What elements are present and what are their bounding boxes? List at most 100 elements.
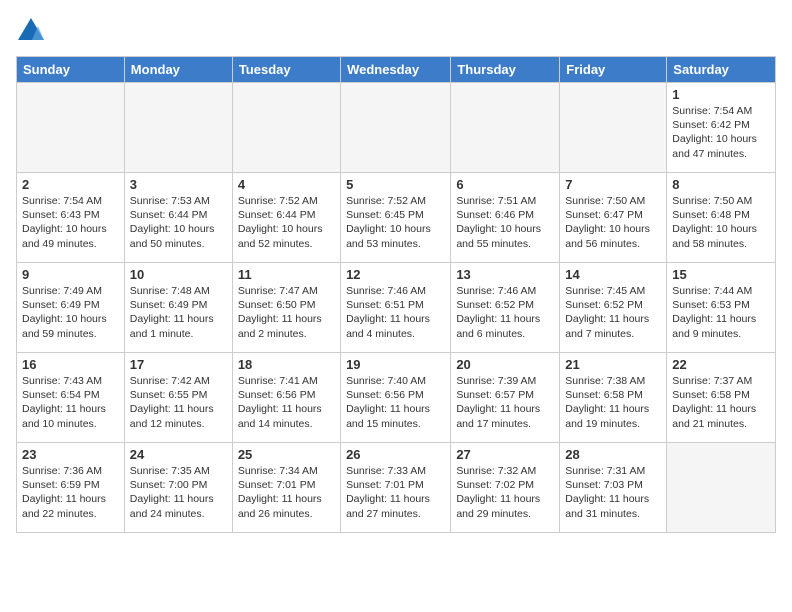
calendar-table: SundayMondayTuesdayWednesdayThursdayFrid… — [16, 56, 776, 533]
calendar-cell: 1Sunrise: 7:54 AM Sunset: 6:42 PM Daylig… — [667, 83, 776, 173]
day-number: 9 — [22, 267, 119, 282]
day-info: Sunrise: 7:47 AM Sunset: 6:50 PM Dayligh… — [238, 284, 335, 341]
day-info: Sunrise: 7:54 AM Sunset: 6:43 PM Dayligh… — [22, 194, 119, 251]
calendar-cell — [560, 83, 667, 173]
day-info: Sunrise: 7:44 AM Sunset: 6:53 PM Dayligh… — [672, 284, 770, 341]
calendar-cell: 25 Sunrise: 7:34 AM Sunset: 7:01 PM Dayli… — [232, 443, 340, 533]
day-info: Sunrise: 7:39 AM Sunset: 6:57 PM Dayligh… — [456, 374, 554, 431]
day-number: 25 — [238, 447, 335, 462]
calendar-cell — [232, 83, 340, 173]
day-info: Sunrise: 7:53 AM Sunset: 6:44 PM Dayligh… — [130, 194, 227, 251]
calendar-cell: 8Sunrise: 7:50 AM Sunset: 6:48 PM Daylig… — [667, 173, 776, 263]
day-info: Sunrise: 7:37 AM Sunset: 6:58 PM Dayligh… — [672, 374, 770, 431]
calendar-cell: 18 Sunrise: 7:41 AM Sunset: 6:56 PM Dayli… — [232, 353, 340, 443]
weekday-header-monday: Monday — [124, 57, 232, 83]
calendar-cell: 21 Sunrise: 7:38 AM Sunset: 6:58 PM Dayli… — [560, 353, 667, 443]
week-row-4: 16 Sunrise: 7:43 AM Sunset: 6:54 PM Dayli… — [17, 353, 776, 443]
calendar-cell: 17 Sunrise: 7:42 AM Sunset: 6:55 PM Dayli… — [124, 353, 232, 443]
calendar-cell: 28 Sunrise: 7:31 AM Sunset: 7:03 PM Dayli… — [560, 443, 667, 533]
day-number: 10 — [130, 267, 227, 282]
day-info: Sunrise: 7:52 AM Sunset: 6:44 PM Dayligh… — [238, 194, 335, 251]
day-number: 4 — [238, 177, 335, 192]
calendar-cell: 14 Sunrise: 7:45 AM Sunset: 6:52 PM Dayli… — [560, 263, 667, 353]
day-number: 3 — [130, 177, 227, 192]
day-number: 23 — [22, 447, 119, 462]
calendar-cell: 27 Sunrise: 7:32 AM Sunset: 7:02 PM Dayli… — [451, 443, 560, 533]
calendar-cell: 23 Sunrise: 7:36 AM Sunset: 6:59 PM Dayli… — [17, 443, 125, 533]
day-number: 5 — [346, 177, 445, 192]
day-info: Sunrise: 7:54 AM Sunset: 6:42 PM Dayligh… — [672, 104, 770, 161]
day-number: 14 — [565, 267, 661, 282]
day-info: Sunrise: 7:40 AM Sunset: 6:56 PM Dayligh… — [346, 374, 445, 431]
day-info: Sunrise: 7:42 AM Sunset: 6:55 PM Dayligh… — [130, 374, 227, 431]
calendar-cell: 10 Sunrise: 7:48 AM Sunset: 6:49 PM Dayli… — [124, 263, 232, 353]
day-number: 8 — [672, 177, 770, 192]
calendar-cell — [667, 443, 776, 533]
day-number: 17 — [130, 357, 227, 372]
weekday-header-tuesday: Tuesday — [232, 57, 340, 83]
week-row-3: 9 Sunrise: 7:49 AM Sunset: 6:49 PM Daylig… — [17, 263, 776, 353]
day-number: 20 — [456, 357, 554, 372]
calendar-cell: 9 Sunrise: 7:49 AM Sunset: 6:49 PM Daylig… — [17, 263, 125, 353]
calendar-cell: 5 Sunrise: 7:52 AM Sunset: 6:45 PM Daylig… — [341, 173, 451, 263]
weekday-header-saturday: Saturday — [667, 57, 776, 83]
day-info: Sunrise: 7:43 AM Sunset: 6:54 PM Dayligh… — [22, 374, 119, 431]
day-info: Sunrise: 7:41 AM Sunset: 6:56 PM Dayligh… — [238, 374, 335, 431]
day-info: Sunrise: 7:48 AM Sunset: 6:49 PM Dayligh… — [130, 284, 227, 341]
day-number: 24 — [130, 447, 227, 462]
day-number: 13 — [456, 267, 554, 282]
day-info: Sunrise: 7:46 AM Sunset: 6:52 PM Dayligh… — [456, 284, 554, 341]
day-info: Sunrise: 7:51 AM Sunset: 6:46 PM Dayligh… — [456, 194, 554, 251]
day-info: Sunrise: 7:45 AM Sunset: 6:52 PM Dayligh… — [565, 284, 661, 341]
day-number: 28 — [565, 447, 661, 462]
weekday-header-thursday: Thursday — [451, 57, 560, 83]
logo — [16, 16, 50, 46]
calendar-cell: 15 Sunrise: 7:44 AM Sunset: 6:53 PM Dayli… — [667, 263, 776, 353]
page-header — [16, 16, 776, 46]
calendar-cell: 13 Sunrise: 7:46 AM Sunset: 6:52 PM Dayli… — [451, 263, 560, 353]
calendar-cell: 2 Sunrise: 7:54 AM Sunset: 6:43 PM Daylig… — [17, 173, 125, 263]
calendar-cell — [451, 83, 560, 173]
day-number: 6 — [456, 177, 554, 192]
calendar-cell: 7Sunrise: 7:50 AM Sunset: 6:47 PM Daylig… — [560, 173, 667, 263]
day-info: Sunrise: 7:34 AM Sunset: 7:01 PM Dayligh… — [238, 464, 335, 521]
week-row-2: 2 Sunrise: 7:54 AM Sunset: 6:43 PM Daylig… — [17, 173, 776, 263]
weekday-header-friday: Friday — [560, 57, 667, 83]
calendar-cell: 3 Sunrise: 7:53 AM Sunset: 6:44 PM Daylig… — [124, 173, 232, 263]
day-info: Sunrise: 7:38 AM Sunset: 6:58 PM Dayligh… — [565, 374, 661, 431]
day-number: 27 — [456, 447, 554, 462]
day-info: Sunrise: 7:31 AM Sunset: 7:03 PM Dayligh… — [565, 464, 661, 521]
day-info: Sunrise: 7:50 AM Sunset: 6:47 PM Dayligh… — [565, 194, 661, 251]
day-number: 19 — [346, 357, 445, 372]
day-info: Sunrise: 7:36 AM Sunset: 6:59 PM Dayligh… — [22, 464, 119, 521]
calendar-cell: 20 Sunrise: 7:39 AM Sunset: 6:57 PM Dayli… — [451, 353, 560, 443]
day-info: Sunrise: 7:52 AM Sunset: 6:45 PM Dayligh… — [346, 194, 445, 251]
day-info: Sunrise: 7:32 AM Sunset: 7:02 PM Dayligh… — [456, 464, 554, 521]
calendar-cell — [124, 83, 232, 173]
day-number: 16 — [22, 357, 119, 372]
week-row-5: 23 Sunrise: 7:36 AM Sunset: 6:59 PM Dayli… — [17, 443, 776, 533]
calendar-cell: 4 Sunrise: 7:52 AM Sunset: 6:44 PM Daylig… — [232, 173, 340, 263]
day-number: 2 — [22, 177, 119, 192]
day-info: Sunrise: 7:49 AM Sunset: 6:49 PM Dayligh… — [22, 284, 119, 341]
weekday-header-sunday: Sunday — [17, 57, 125, 83]
calendar-cell: 6 Sunrise: 7:51 AM Sunset: 6:46 PM Daylig… — [451, 173, 560, 263]
day-number: 11 — [238, 267, 335, 282]
calendar-cell: 16 Sunrise: 7:43 AM Sunset: 6:54 PM Dayli… — [17, 353, 125, 443]
day-number: 26 — [346, 447, 445, 462]
day-number: 22 — [672, 357, 770, 372]
day-number: 18 — [238, 357, 335, 372]
day-number: 15 — [672, 267, 770, 282]
calendar-cell: 12 Sunrise: 7:46 AM Sunset: 6:51 PM Dayli… — [341, 263, 451, 353]
calendar-cell: 24 Sunrise: 7:35 AM Sunset: 7:00 PM Dayli… — [124, 443, 232, 533]
day-info: Sunrise: 7:33 AM Sunset: 7:01 PM Dayligh… — [346, 464, 445, 521]
day-info: Sunrise: 7:46 AM Sunset: 6:51 PM Dayligh… — [346, 284, 445, 341]
calendar-cell: 22 Sunrise: 7:37 AM Sunset: 6:58 PM Dayli… — [667, 353, 776, 443]
day-number: 12 — [346, 267, 445, 282]
week-row-1: 1Sunrise: 7:54 AM Sunset: 6:42 PM Daylig… — [17, 83, 776, 173]
calendar-cell: 26 Sunrise: 7:33 AM Sunset: 7:01 PM Dayli… — [341, 443, 451, 533]
day-number: 21 — [565, 357, 661, 372]
day-info: Sunrise: 7:35 AM Sunset: 7:00 PM Dayligh… — [130, 464, 227, 521]
logo-icon — [16, 16, 46, 46]
calendar-cell — [17, 83, 125, 173]
